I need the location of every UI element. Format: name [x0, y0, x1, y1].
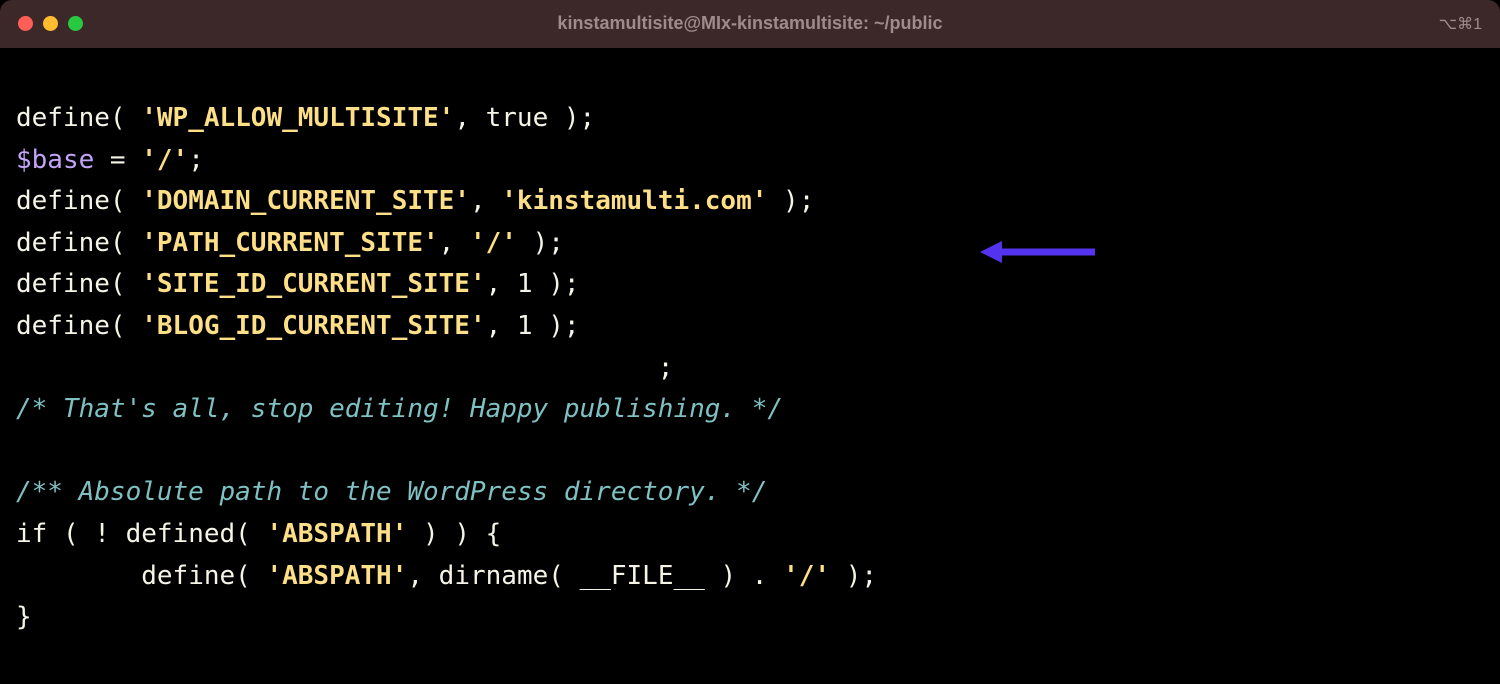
code-line: $base = '/';	[16, 140, 1484, 182]
minimize-window-button[interactable]	[43, 16, 58, 31]
code-line: /** Absolute path to the WordPress direc…	[16, 472, 1484, 514]
code-line	[16, 431, 1484, 473]
string-literal: 'WP_ALLOW_MULTISITE'	[141, 103, 454, 133]
magic-constant: __FILE__	[580, 561, 705, 591]
code-line: ;	[16, 348, 1484, 390]
string-literal: 'ABSPATH'	[266, 519, 407, 549]
close-window-button[interactable]	[18, 16, 33, 31]
string-literal: 'kinstamulti.com'	[501, 186, 767, 216]
function-call: define	[141, 561, 235, 591]
string-literal: 'BLOG_ID_CURRENT_SITE'	[141, 311, 485, 341]
string-literal: 'PATH_CURRENT_SITE'	[141, 228, 438, 258]
function-call: define	[16, 103, 110, 133]
code-line: define( 'ABSPATH', dirname( __FILE__ ) .…	[16, 556, 1484, 598]
function-call: define	[16, 311, 110, 341]
code-line: define( 'WP_ALLOW_MULTISITE', true );	[16, 98, 1484, 140]
code-line: if ( ! defined( 'ABSPATH' ) ) {	[16, 514, 1484, 556]
string-literal: 'DOMAIN_CURRENT_SITE'	[141, 186, 470, 216]
function-call: define	[16, 186, 110, 216]
annotation-arrow-icon	[980, 237, 1095, 267]
maximize-window-button[interactable]	[68, 16, 83, 31]
code-line: define( 'BLOG_ID_CURRENT_SITE', 1 );	[16, 306, 1484, 348]
function-call: define	[16, 228, 110, 258]
function-call: dirname	[439, 561, 549, 591]
function-call: define	[16, 269, 110, 299]
terminal-window: kinstamultisite@MIx-kinstamultisite: ~/p…	[0, 0, 1500, 684]
string-literal: '/'	[470, 228, 517, 258]
code-line: define( 'SITE_ID_CURRENT_SITE', 1 );	[16, 264, 1484, 306]
string-literal: 'ABSPATH'	[266, 561, 407, 591]
comment: /* That's all, stop editing! Happy publi…	[16, 394, 783, 424]
number-literal: 1	[517, 269, 533, 299]
code-line: }	[16, 597, 1484, 639]
terminal-content[interactable]: define( 'WP_ALLOW_MULTISITE', true ); $b…	[0, 48, 1500, 684]
window-titlebar: kinstamultisite@MIx-kinstamultisite: ~/p…	[0, 0, 1500, 48]
string-literal: '/'	[783, 561, 830, 591]
string-literal: '/'	[141, 145, 188, 175]
comment: /** Absolute path to the WordPress direc…	[16, 477, 767, 507]
code-line: /* That's all, stop editing! Happy publi…	[16, 389, 1484, 431]
code-line: define( 'PATH_CURRENT_SITE', '/' );	[16, 223, 1484, 265]
code-line: define( 'DOMAIN_CURRENT_SITE', 'kinstamu…	[16, 181, 1484, 223]
keyboard-shortcut-hint: ⌥⌘1	[1439, 14, 1482, 34]
window-title: kinstamultisite@MIx-kinstamultisite: ~/p…	[557, 13, 942, 34]
boolean-value: true	[486, 103, 549, 133]
string-literal: 'SITE_ID_CURRENT_SITE'	[141, 269, 485, 299]
variable: $base	[16, 145, 94, 175]
number-literal: 1	[517, 311, 533, 341]
traffic-lights	[18, 16, 83, 31]
function-call: defined	[126, 519, 236, 549]
